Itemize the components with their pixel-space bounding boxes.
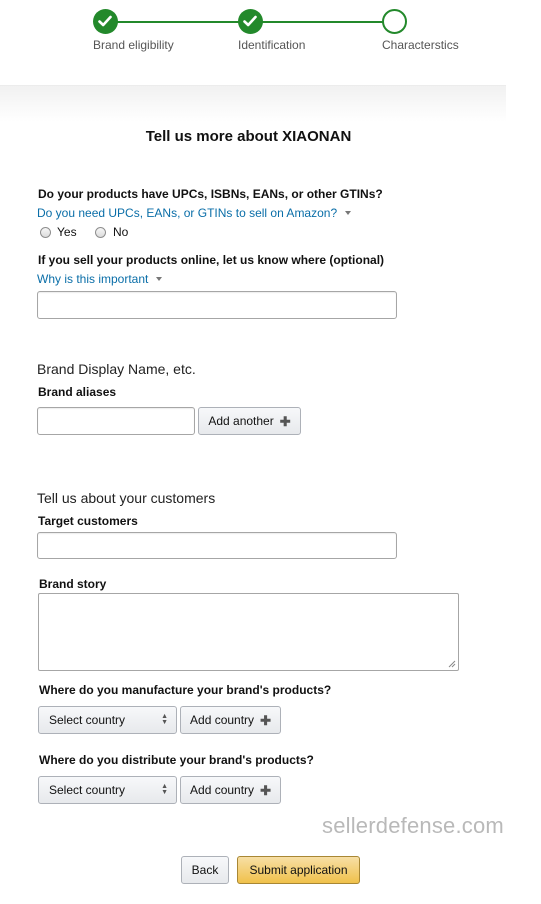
header-shadow <box>0 86 506 122</box>
add-distribute-country-button[interactable]: Add country ✚ <box>180 776 281 804</box>
step-label-characteristics: Characterstics <box>382 38 459 52</box>
submit-label: Submit application <box>249 863 348 877</box>
customers-heading: Tell us about your customers <box>37 490 216 506</box>
brand-story-textarea[interactable] <box>38 593 459 671</box>
step-1-complete-icon <box>93 9 118 34</box>
radio-no-label: No <box>113 225 129 239</box>
brand-display-heading: Brand Display Name, etc. <box>37 361 196 377</box>
checkmark-icon <box>98 15 112 27</box>
back-button[interactable]: Back <box>181 856 229 884</box>
distribute-question: Where do you distribute your brand's pro… <box>39 753 314 767</box>
radio-no[interactable] <box>95 227 106 238</box>
submit-application-button[interactable]: Submit application <box>237 856 360 884</box>
gtin-help-link-text[interactable]: Do you need UPCs, EANs, or GTINs to sell… <box>37 206 337 220</box>
plus-icon: ✚ <box>260 712 271 728</box>
page-title: Tell us more about XIAONAN <box>145 128 352 145</box>
distribute-country-select[interactable]: Select country ▲ ▼ <box>38 776 177 804</box>
manufacture-select-value: Select country <box>49 713 126 727</box>
gtin-help-link[interactable]: Do you need UPCs, EANs, or GTINs to sell… <box>37 206 352 220</box>
distribute-select-value: Select country <box>49 783 126 797</box>
select-arrows-icon: ▲ ▼ <box>161 783 168 796</box>
plus-icon: ✚ <box>279 413 291 429</box>
checkmark-icon <box>243 15 257 27</box>
online-help-link-text[interactable]: Why is this important <box>37 272 148 286</box>
online-help-link[interactable]: Why is this important <box>37 272 163 286</box>
step-label-identification: Identification <box>238 38 306 52</box>
step-label-brand-eligibility: Brand eligibility <box>93 38 174 52</box>
add-manufacture-country-button[interactable]: Add country ✚ <box>180 706 281 734</box>
add-country-label: Add country <box>190 713 255 727</box>
plus-icon: ✚ <box>260 782 271 798</box>
step-connector <box>117 21 239 23</box>
add-another-label: Add another <box>208 414 274 428</box>
online-url-input[interactable] <box>37 291 397 319</box>
back-label: Back <box>191 863 219 877</box>
brand-story-label: Brand story <box>39 577 107 591</box>
manufacture-question: Where do you manufacture your brand's pr… <box>39 683 332 697</box>
radio-yes-label: Yes <box>57 225 77 239</box>
add-another-button[interactable]: Add another ✚ <box>198 407 301 435</box>
resize-grip-icon[interactable] <box>448 660 456 668</box>
step-3-current-icon <box>382 9 407 34</box>
step-connector <box>262 21 383 23</box>
target-customers-input[interactable] <box>37 532 397 559</box>
caret-down-icon <box>345 210 352 215</box>
manufacture-country-select[interactable]: Select country ▲ ▼ <box>38 706 177 734</box>
gtin-question: Do your products have UPCs, ISBNs, EANs,… <box>38 187 383 201</box>
add-country-label: Add country <box>190 783 255 797</box>
step-2-complete-icon <box>238 9 263 34</box>
target-customers-label: Target customers <box>38 514 138 528</box>
select-arrows-icon: ▲ ▼ <box>161 713 168 726</box>
online-question: If you sell your products online, let us… <box>38 253 385 267</box>
brand-alias-input[interactable] <box>37 407 195 435</box>
brand-aliases-label: Brand aliases <box>38 385 117 399</box>
watermark: sellerdefense.com <box>322 813 504 838</box>
caret-down-icon <box>156 276 163 281</box>
radio-yes[interactable] <box>40 227 51 238</box>
